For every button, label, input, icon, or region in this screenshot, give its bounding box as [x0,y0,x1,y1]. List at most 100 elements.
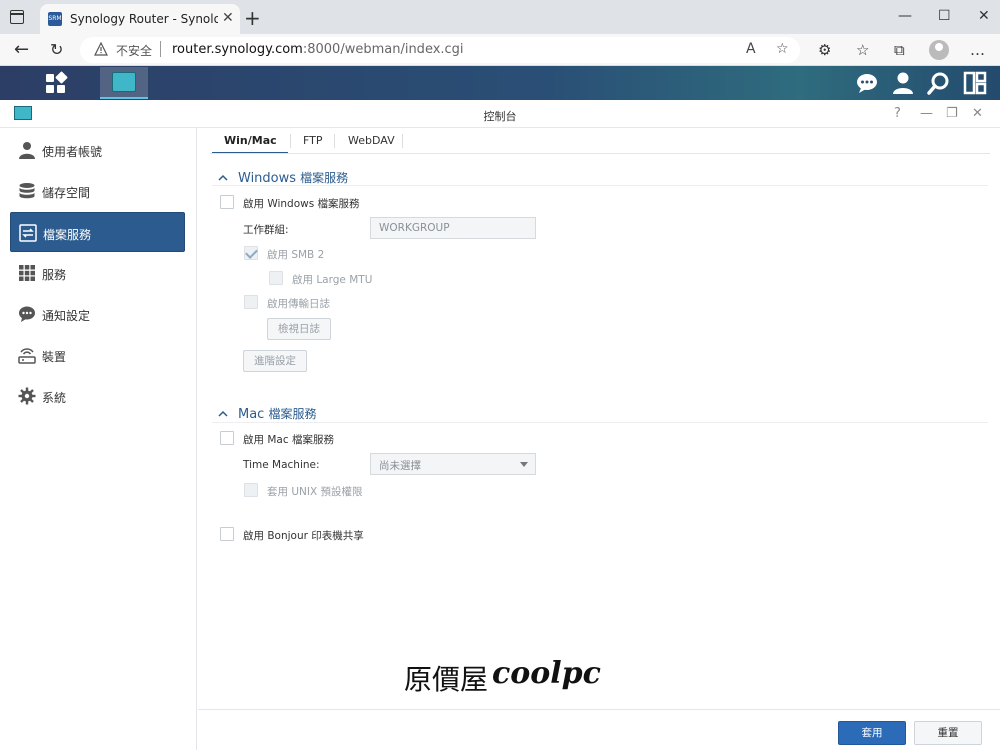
sidebar-item-file-services[interactable]: 檔案服務 [10,212,185,252]
device-router-icon [18,348,36,364]
new-tab-button[interactable]: + [244,6,261,30]
apply-button[interactable]: 套用 [838,721,906,745]
collapse-chevron-icon[interactable] [218,173,228,183]
sidebar-item-notifications[interactable]: 通知設定 [10,294,185,334]
sidebar-item-services[interactable]: 服務 [10,253,185,293]
browser-address-bar: ← ↻ 不安全 router.synology.com:8000/webman/… [0,34,1000,66]
view-log-button[interactable]: 檢視日誌 [267,318,331,340]
profile-avatar[interactable] [929,40,949,60]
workgroup-input[interactable]: WORKGROUP [370,217,536,239]
sidebar-item-label: 通知設定 [42,309,91,323]
minimize-icon[interactable]: — [920,106,933,121]
tab-win-mac[interactable]: Win/Mac [224,134,277,147]
section-title: Mac 檔案服務 [238,407,317,422]
smb2-label: 啟用 SMB 2 [267,249,325,261]
extensions-icon[interactable]: ⚙ [818,41,831,59]
help-icon[interactable]: ? [894,106,901,121]
minimize-window-icon[interactable]: — [898,8,912,24]
tab-ftp[interactable]: FTP [303,134,323,147]
bonjour-printer-label: 啟用 Bonjour 印表機共享 [243,530,364,542]
sidebar-item-user-accounts[interactable]: 使用者帳號 [10,130,185,170]
watermark-chinese: 原價屋 [404,663,489,696]
restore-icon[interactable]: ❐ [946,106,958,121]
reset-button[interactable]: 重置 [914,721,982,745]
section-title: Windows 檔案服務 [238,171,349,186]
sidebar-item-device[interactable]: 裝置 [10,335,185,375]
control-panel-taskbar-button[interactable] [100,67,148,99]
more-menu-icon[interactable]: … [970,41,985,59]
transfer-log-checkbox[interactable] [244,295,258,309]
services-grid-icon [19,265,35,281]
tab-divider [290,134,291,148]
close-icon[interactable]: ✕ [972,106,983,121]
srm-favicon-icon: SRM [48,12,62,26]
back-arrow-icon[interactable]: ← [14,39,29,60]
tab-divider [334,134,335,148]
warning-triangle-icon [94,42,108,56]
tab-webdav[interactable]: WebDAV [348,134,395,147]
tab-actions-icon[interactable] [10,10,24,24]
window-title-bar[interactable]: 控制台 ? — ❐ ✕ [0,100,1000,128]
refresh-icon[interactable]: ↻ [50,40,63,59]
unix-permissions-label: 套用 UNIX 預設權限 [267,486,363,498]
tab-title: Synology Router - SynologyRouter [70,12,218,26]
user-icon [19,142,35,159]
smb2-checkbox[interactable] [244,246,258,260]
enable-mac-checkbox[interactable] [220,431,234,445]
sidebar-item-label: 儲存空間 [42,186,91,200]
sidebar-item-label: 系統 [42,391,67,405]
user-menu-icon[interactable] [891,71,915,95]
url-separator [160,41,161,57]
enable-windows-label: 啟用 Windows 檔案服務 [243,198,360,210]
main-menu-icon[interactable] [36,69,76,97]
sidebar-item-label: 檔案服務 [43,228,92,242]
bonjour-printer-checkbox[interactable] [220,527,234,541]
large-mtu-label: 啟用 Large MTU [292,274,373,286]
window-title: 控制台 [483,110,517,123]
section-divider [212,185,988,186]
dropdown-arrow-icon [520,462,528,467]
control-panel-icon [112,72,136,92]
time-machine-select[interactable]: 尚未選擇 [370,453,536,475]
time-machine-label: Time Machine: [243,459,320,471]
advanced-settings-button[interactable]: 進階設定 [243,350,307,372]
favorite-add-icon[interactable]: ☆ [776,41,789,57]
sidebar: 使用者帳號 儲存空間 檔案服務 服務 通知設定 裝置 系統 [0,128,197,750]
tab-baseline [210,153,990,154]
browser-tab-bar: SRM Synology Router - SynologyRouter ✕ +… [0,0,1000,34]
tab-divider [402,134,403,148]
url-field[interactable]: 不安全 router.synology.com:8000/webman/inde… [80,37,800,63]
sidebar-item-system[interactable]: 系統 [10,376,185,416]
notifications-chat-icon[interactable] [855,71,879,95]
large-mtu-checkbox[interactable] [269,271,283,285]
enable-windows-checkbox[interactable] [220,195,234,209]
enable-mac-label: 啟用 Mac 檔案服務 [243,434,334,446]
file-services-icon [19,224,37,242]
storage-icon [19,183,35,199]
sidebar-item-storage[interactable]: 儲存空間 [10,171,185,211]
time-machine-value: 尚未選擇 [379,460,421,472]
panel-footer: 套用 重置 [198,709,1000,750]
insecure-label: 不安全 [116,44,153,58]
favorites-icon[interactable]: ☆ [856,41,869,59]
search-icon[interactable] [927,71,951,95]
sidebar-item-label: 裝置 [42,350,67,364]
close-tab-icon[interactable]: ✕ [222,10,234,26]
close-window-icon[interactable]: ✕ [978,8,990,24]
widgets-icon[interactable] [963,71,987,95]
browser-tab[interactable]: SRM Synology Router - SynologyRouter ✕ [40,4,240,34]
maximize-window-icon[interactable]: ☐ [938,8,951,24]
transfer-log-label: 啟用傳輸日誌 [267,298,330,310]
collections-icon[interactable]: ⧉ [894,41,905,59]
collapse-chevron-icon[interactable] [218,409,228,419]
sidebar-item-label: 使用者帳號 [42,145,103,159]
read-aloud-icon[interactable]: A [746,41,756,57]
sidebar-item-label: 服務 [42,268,67,282]
srm-taskbar [0,66,1000,100]
workgroup-label: 工作群組: [243,224,289,236]
notification-bubble-icon [19,306,35,322]
unix-permissions-checkbox[interactable] [244,483,258,497]
url-text: router.synology.com:8000/webman/index.cg… [172,42,464,57]
watermark-english: coolpc [492,656,601,691]
gear-icon [18,387,36,405]
